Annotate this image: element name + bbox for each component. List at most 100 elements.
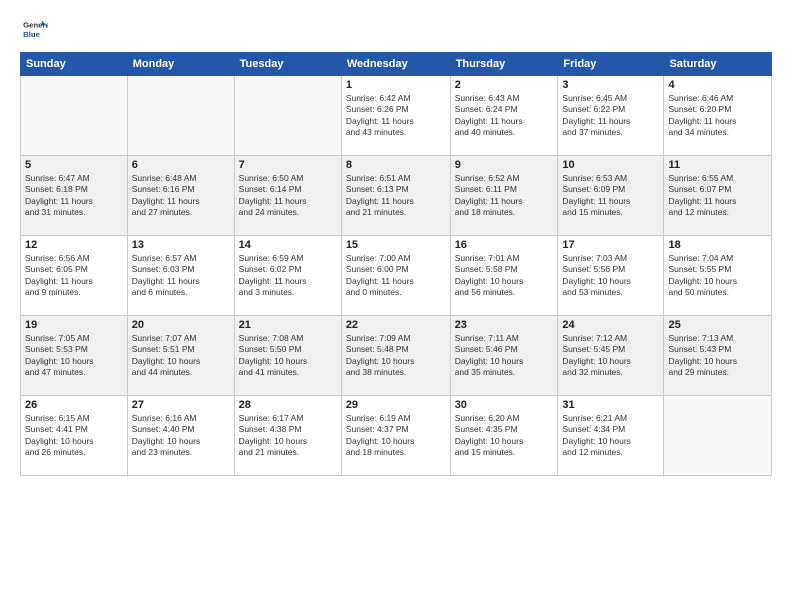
calendar-cell: 4 Sunrise: 6:46 AM Sunset: 6:20 PM Daylig…: [664, 76, 772, 156]
weekday-header-sunday: Sunday: [21, 53, 128, 76]
day-info: Sunrise: 7:13 AM Sunset: 5:43 PM Dayligh…: [668, 333, 767, 379]
calendar-cell: 31Sunrise: 6:21 AM Sunset: 4:34 PM Dayli…: [558, 396, 664, 476]
day-info: Sunrise: 6:46 AM Sunset: 6:20 PM Dayligh…: [668, 93, 767, 139]
calendar-cell: 25 Sunrise: 7:13 AM Sunset: 5:43 PM Dayli…: [664, 316, 772, 396]
day-number: 7: [239, 159, 337, 171]
calendar-week-row: 26 Sunrise: 6:15 AM Sunset: 4:41 PM Dayli…: [21, 396, 772, 476]
day-number: 16: [455, 239, 554, 251]
day-info: Sunrise: 6:52 AM Sunset: 6:11 PM Dayligh…: [455, 173, 554, 219]
day-number: 11: [668, 159, 767, 171]
day-info: Sunrise: 7:01 AM Sunset: 5:58 PM Dayligh…: [455, 253, 554, 299]
day-info: Sunrise: 7:11 AM Sunset: 5:46 PM Dayligh…: [455, 333, 554, 379]
day-info: Sunrise: 6:48 AM Sunset: 6:16 PM Dayligh…: [132, 173, 230, 219]
day-info: Sunrise: 6:43 AM Sunset: 6:24 PM Dayligh…: [455, 93, 554, 139]
weekday-header-tuesday: Tuesday: [234, 53, 341, 76]
day-info: Sunrise: 6:55 AM Sunset: 6:07 PM Dayligh…: [668, 173, 767, 219]
day-info: Sunrise: 6:20 AM Sunset: 4:35 PM Dayligh…: [455, 413, 554, 459]
day-info: Sunrise: 6:59 AM Sunset: 6:02 PM Dayligh…: [239, 253, 337, 299]
logo-icon: General Blue: [20, 16, 48, 44]
calendar-cell: 1 Sunrise: 6:42 AM Sunset: 6:26 PM Daylig…: [341, 76, 450, 156]
svg-text:Blue: Blue: [23, 30, 41, 39]
calendar-cell: 12Sunrise: 6:56 AM Sunset: 6:05 PM Dayli…: [21, 236, 128, 316]
weekday-header-thursday: Thursday: [450, 53, 558, 76]
day-number: 9: [455, 159, 554, 171]
calendar-cell: 8Sunrise: 6:51 AM Sunset: 6:13 PM Daylig…: [341, 156, 450, 236]
day-number: 28: [239, 399, 337, 411]
calendar-week-row: 12Sunrise: 6:56 AM Sunset: 6:05 PM Dayli…: [21, 236, 772, 316]
day-number: 30: [455, 399, 554, 411]
day-info: Sunrise: 7:09 AM Sunset: 5:48 PM Dayligh…: [346, 333, 446, 379]
day-number: 22: [346, 319, 446, 331]
day-info: Sunrise: 6:56 AM Sunset: 6:05 PM Dayligh…: [25, 253, 123, 299]
calendar-cell: [664, 396, 772, 476]
day-number: 26: [25, 399, 123, 411]
day-number: 14: [239, 239, 337, 251]
calendar-cell: 24Sunrise: 7:12 AM Sunset: 5:45 PM Dayli…: [558, 316, 664, 396]
day-info: Sunrise: 7:12 AM Sunset: 5:45 PM Dayligh…: [562, 333, 659, 379]
day-info: Sunrise: 7:00 AM Sunset: 6:00 PM Dayligh…: [346, 253, 446, 299]
day-info: Sunrise: 7:03 AM Sunset: 5:56 PM Dayligh…: [562, 253, 659, 299]
day-info: Sunrise: 6:15 AM Sunset: 4:41 PM Dayligh…: [25, 413, 123, 459]
day-number: 5: [25, 159, 123, 171]
day-info: Sunrise: 6:42 AM Sunset: 6:26 PM Dayligh…: [346, 93, 446, 139]
day-info: Sunrise: 7:08 AM Sunset: 5:50 PM Dayligh…: [239, 333, 337, 379]
logo: General Blue: [20, 16, 52, 44]
day-info: Sunrise: 6:50 AM Sunset: 6:14 PM Dayligh…: [239, 173, 337, 219]
day-number: 18: [668, 239, 767, 251]
day-number: 4: [668, 79, 767, 91]
calendar-cell: 18 Sunrise: 7:04 AM Sunset: 5:55 PM Dayli…: [664, 236, 772, 316]
calendar-cell: 28 Sunrise: 6:17 AM Sunset: 4:38 PM Dayli…: [234, 396, 341, 476]
calendar-cell: 30 Sunrise: 6:20 AM Sunset: 4:35 PM Dayli…: [450, 396, 558, 476]
calendar-cell: 19 Sunrise: 7:05 AM Sunset: 5:53 PM Dayli…: [21, 316, 128, 396]
calendar-cell: 14 Sunrise: 6:59 AM Sunset: 6:02 PM Dayli…: [234, 236, 341, 316]
day-number: 15: [346, 239, 446, 251]
calendar-week-row: 19 Sunrise: 7:05 AM Sunset: 5:53 PM Dayli…: [21, 316, 772, 396]
calendar-cell: 9 Sunrise: 6:52 AM Sunset: 6:11 PM Daylig…: [450, 156, 558, 236]
day-info: Sunrise: 7:05 AM Sunset: 5:53 PM Dayligh…: [25, 333, 123, 379]
calendar-cell: 2 Sunrise: 6:43 AM Sunset: 6:24 PM Daylig…: [450, 76, 558, 156]
weekday-header-saturday: Saturday: [664, 53, 772, 76]
day-info: Sunrise: 6:19 AM Sunset: 4:37 PM Dayligh…: [346, 413, 446, 459]
weekday-header-monday: Monday: [127, 53, 234, 76]
day-number: 29: [346, 399, 446, 411]
day-number: 10: [562, 159, 659, 171]
calendar-cell: 21 Sunrise: 7:08 AM Sunset: 5:50 PM Dayli…: [234, 316, 341, 396]
day-number: 21: [239, 319, 337, 331]
header: General Blue: [20, 16, 772, 44]
day-number: 20: [132, 319, 230, 331]
calendar-cell: 16 Sunrise: 7:01 AM Sunset: 5:58 PM Dayli…: [450, 236, 558, 316]
day-info: Sunrise: 6:53 AM Sunset: 6:09 PM Dayligh…: [562, 173, 659, 219]
calendar-cell: 17Sunrise: 7:03 AM Sunset: 5:56 PM Dayli…: [558, 236, 664, 316]
calendar-cell: 15 Sunrise: 7:00 AM Sunset: 6:00 PM Dayli…: [341, 236, 450, 316]
day-info: Sunrise: 6:45 AM Sunset: 6:22 PM Dayligh…: [562, 93, 659, 139]
day-number: 25: [668, 319, 767, 331]
day-number: 19: [25, 319, 123, 331]
day-number: 2: [455, 79, 554, 91]
page-container: General Blue SundayMondayTuesdayWednesda…: [0, 0, 792, 612]
day-number: 27: [132, 399, 230, 411]
calendar-cell: 13Sunrise: 6:57 AM Sunset: 6:03 PM Dayli…: [127, 236, 234, 316]
day-number: 3: [562, 79, 659, 91]
day-info: Sunrise: 6:17 AM Sunset: 4:38 PM Dayligh…: [239, 413, 337, 459]
day-info: Sunrise: 7:04 AM Sunset: 5:55 PM Dayligh…: [668, 253, 767, 299]
day-number: 31: [562, 399, 659, 411]
calendar-cell: 22 Sunrise: 7:09 AM Sunset: 5:48 PM Dayli…: [341, 316, 450, 396]
day-number: 1: [346, 79, 446, 91]
calendar-cell: [21, 76, 128, 156]
calendar-week-row: 5Sunrise: 6:47 AM Sunset: 6:18 PM Daylig…: [21, 156, 772, 236]
calendar-cell: 20Sunrise: 7:07 AM Sunset: 5:51 PM Dayli…: [127, 316, 234, 396]
weekday-header-wednesday: Wednesday: [341, 53, 450, 76]
calendar-cell: 11 Sunrise: 6:55 AM Sunset: 6:07 PM Dayli…: [664, 156, 772, 236]
day-number: 6: [132, 159, 230, 171]
weekday-header-friday: Friday: [558, 53, 664, 76]
weekday-header-row: SundayMondayTuesdayWednesdayThursdayFrid…: [21, 53, 772, 76]
day-number: 13: [132, 239, 230, 251]
day-number: 23: [455, 319, 554, 331]
day-info: Sunrise: 6:16 AM Sunset: 4:40 PM Dayligh…: [132, 413, 230, 459]
day-number: 8: [346, 159, 446, 171]
calendar-cell: 23 Sunrise: 7:11 AM Sunset: 5:46 PM Dayli…: [450, 316, 558, 396]
calendar-cell: 10 Sunrise: 6:53 AM Sunset: 6:09 PM Dayli…: [558, 156, 664, 236]
calendar-cell: 5Sunrise: 6:47 AM Sunset: 6:18 PM Daylig…: [21, 156, 128, 236]
calendar-week-row: 1 Sunrise: 6:42 AM Sunset: 6:26 PM Daylig…: [21, 76, 772, 156]
calendar-table: SundayMondayTuesdayWednesdayThursdayFrid…: [20, 52, 772, 476]
